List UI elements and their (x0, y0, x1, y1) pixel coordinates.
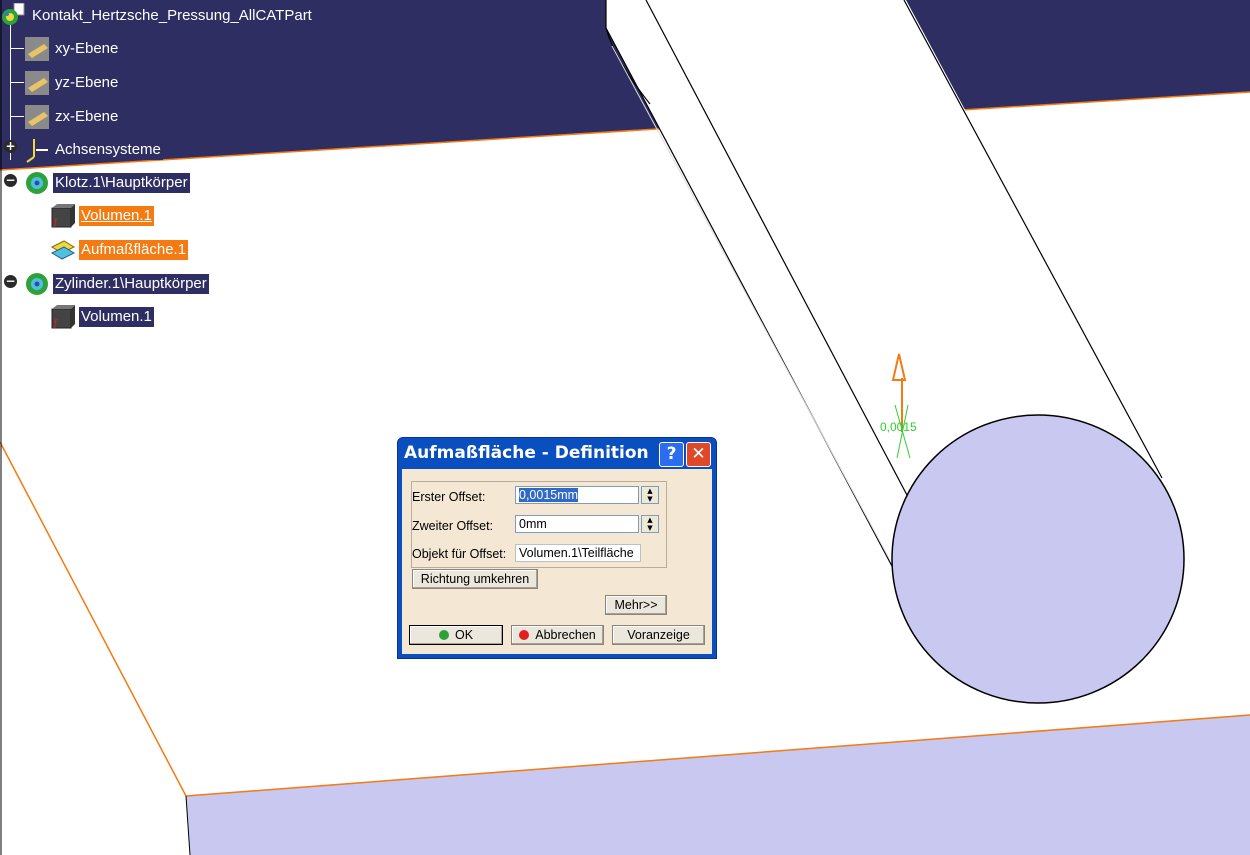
tree-label-thickness-surface: Aufmaßfläche.1 (79, 240, 189, 260)
tree-label-yz-plane: yz-Ebene (53, 73, 121, 93)
thickness-surface-dialog[interactable]: Aufmaßfläche - Definition ? ✕ Erster Off… (398, 438, 716, 658)
cylinder-end-face (891, 414, 1185, 704)
preview-button[interactable]: Voranzeige (612, 625, 705, 645)
first-offset-value: 0,0015mm (519, 488, 579, 502)
spin-down-icon[interactable]: ▼ (642, 524, 658, 532)
tree-label-volume-zylinder: Volumen.1 (79, 307, 154, 327)
body-icon (26, 273, 48, 295)
spin-up-icon[interactable]: ▲ (642, 516, 658, 524)
plane-icon (25, 71, 49, 95)
tree-item-zx-plane[interactable]: zx-Ebene (24, 105, 121, 129)
ok-label: OK (454, 628, 474, 642)
axis-system-icon (26, 139, 48, 163)
first-offset-field[interactable]: 0,0015mm (515, 486, 639, 504)
tree-item-body-zylinder[interactable]: Zylinder.1\Hauptkörper (24, 273, 209, 295)
first-offset-label: Erster Offset: (412, 490, 486, 504)
object-label: Objekt für Offset: (412, 547, 507, 561)
tree-item-thickness-surface[interactable]: Aufmaßfläche.1 (50, 239, 189, 261)
tree-label-volume-klotz: Volumen.1 (79, 206, 154, 226)
volume-icon: ƒ (51, 305, 75, 329)
ok-icon (438, 630, 449, 640)
tree-item-volume-klotz[interactable]: ƒ Volumen.1 (50, 204, 154, 228)
spin-up-icon[interactable]: ▲ (642, 487, 658, 495)
part-icon (2, 3, 25, 25)
thickness-surface-icon (50, 240, 76, 260)
tree-root-label: Kontakt_Hertzsche_Pressung_AllCATPart (32, 7, 312, 24)
tree-label-axis-systems: Achsensysteme (53, 140, 163, 160)
object-field[interactable]: Volumen.1\Teilfläche (515, 544, 641, 562)
second-offset-field[interactable]: 0mm (515, 515, 639, 533)
plane-icon (25, 37, 49, 61)
dialog-title: Aufmaßfläche - Definition (404, 443, 649, 463)
cancel-label: Abbrechen (535, 628, 596, 642)
cancel-icon (519, 630, 530, 640)
cancel-button[interactable]: Abbrechen (511, 625, 604, 645)
second-offset-spinner[interactable]: ▲ ▼ (641, 515, 659, 533)
spin-down-icon[interactable]: ▼ (642, 495, 658, 503)
tree-item-xy-plane[interactable]: xy-Ebene (24, 37, 121, 61)
collapse-minus-icon[interactable]: − (4, 174, 17, 187)
tree-item-axis-systems[interactable]: Achsensysteme (24, 139, 163, 163)
tree-label-xy-plane: xy-Ebene (53, 39, 121, 59)
3d-viewport[interactable]: 0,0015 (0, 0, 1250, 855)
expand-plus-icon[interactable]: + (4, 140, 17, 153)
first-offset-spinner[interactable]: ▲ ▼ (641, 486, 659, 504)
close-button[interactable]: ✕ (686, 442, 711, 467)
tree-item-volume-zylinder[interactable]: ƒ Volumen.1 (50, 305, 154, 329)
body-icon (26, 172, 48, 194)
tree-root[interactable]: Kontakt_Hertzsche_Pressung_AllCATPart (0, 3, 314, 27)
dimension-label[interactable]: 0,0015 (880, 420, 917, 434)
second-offset-label: Zweiter Offset: (412, 519, 494, 533)
tree-label-zx-plane: zx-Ebene (53, 107, 121, 127)
tree-label-body-klotz: Klotz.1\Hauptkörper (53, 173, 190, 193)
ok-button[interactable]: OK (409, 625, 503, 645)
volume-icon: ƒ (51, 204, 75, 228)
more-button[interactable]: Mehr>> (605, 595, 667, 615)
tree-item-body-klotz[interactable]: Klotz.1\Hauptkörper (24, 172, 190, 194)
tree-item-yz-plane[interactable]: yz-Ebene (24, 71, 121, 95)
reverse-direction-button[interactable]: Richtung umkehren (412, 569, 538, 589)
dialog-body: Erster Offset: 0,0015mm ▲ ▼ Zweiter Offse… (402, 469, 712, 654)
plane-icon (25, 105, 49, 129)
collapse-minus-icon[interactable]: − (4, 275, 17, 288)
tree-label-body-zylinder: Zylinder.1\Hauptkörper (53, 274, 209, 294)
help-button[interactable]: ? (659, 442, 684, 467)
